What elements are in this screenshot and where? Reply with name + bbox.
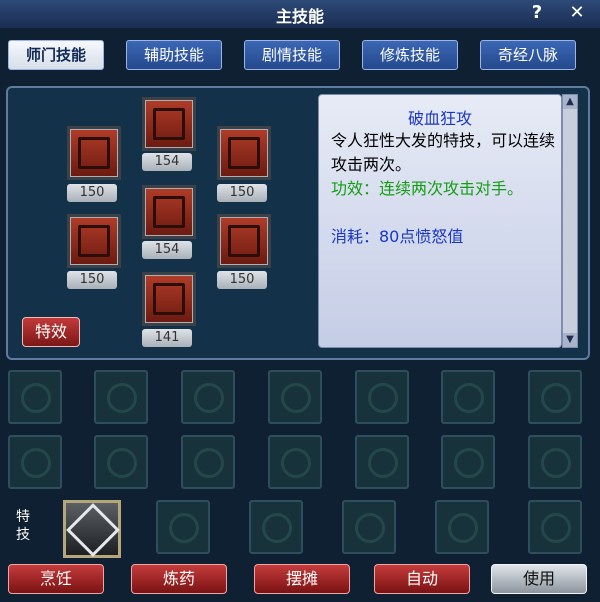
special-skill-icon xyxy=(66,503,120,557)
tab-story-skills[interactable]: 剧情技能 xyxy=(244,40,340,70)
slot-ornament-icon xyxy=(448,513,478,543)
skill-slot[interactable] xyxy=(528,435,582,489)
skill-level-right-upper: 150 xyxy=(217,184,267,202)
skill-level-bottom: 141 xyxy=(142,329,192,347)
slot-ornament-icon xyxy=(355,513,385,543)
skill-slot[interactable] xyxy=(355,435,409,489)
tab-school-skills[interactable]: 师门技能 xyxy=(8,40,104,70)
auto-button[interactable]: 自动 xyxy=(374,564,470,594)
slot-ornament-icon xyxy=(107,448,137,478)
skill-name: 破血狂攻 xyxy=(407,109,472,128)
alchemy-button[interactable]: 炼药 xyxy=(131,564,227,594)
skill-description: 令人狂性大发的特技，可以连续攻击两次。 xyxy=(331,131,556,174)
special-slot[interactable] xyxy=(528,500,582,554)
special-slot[interactable] xyxy=(435,500,489,554)
slot-ornament-icon xyxy=(21,448,51,478)
tab-assist-skills[interactable]: 辅助技能 xyxy=(126,40,222,70)
slot-ornament-icon xyxy=(169,513,199,543)
skill-slot[interactable] xyxy=(268,435,322,489)
effects-button[interactable]: 特效 xyxy=(22,317,80,347)
skill-level-left-upper: 150 xyxy=(67,184,117,202)
skill-level-center: 154 xyxy=(142,241,192,259)
skill-glyph-icon xyxy=(78,137,110,169)
special-label: 特技 xyxy=(16,509,30,543)
skill-icon-left-lower[interactable] xyxy=(67,214,121,268)
skill-level-right-lower: 150 xyxy=(217,271,267,289)
skill-icon-right-upper[interactable] xyxy=(217,126,271,180)
tab-cultivation-skills[interactable]: 修炼技能 xyxy=(362,40,458,70)
skill-slot[interactable] xyxy=(268,370,322,424)
skill-level-top: 154 xyxy=(142,153,192,171)
description-scrollbar[interactable]: ▲ ▼ xyxy=(562,94,578,348)
skill-cost: 消耗：80点愤怒值 xyxy=(331,227,464,246)
slot-ornament-icon xyxy=(541,448,571,478)
slot-ornament-icon xyxy=(107,383,137,413)
help-button[interactable]: ? xyxy=(526,2,548,24)
special-slot[interactable] xyxy=(342,500,396,554)
slot-ornament-icon xyxy=(262,513,292,543)
skill-glyph-icon xyxy=(228,225,260,257)
stall-button[interactable]: 摆摊 xyxy=(254,564,350,594)
tab-meridian-skills[interactable]: 奇经八脉 xyxy=(480,40,576,70)
slot-ornament-icon xyxy=(281,383,311,413)
special-slot[interactable] xyxy=(249,500,303,554)
skill-slot[interactable] xyxy=(94,435,148,489)
skill-slot[interactable] xyxy=(441,435,495,489)
special-skill-item[interactable] xyxy=(63,500,121,558)
skill-icon-bottom[interactable] xyxy=(142,272,196,326)
slot-ornament-icon xyxy=(281,448,311,478)
skill-glyph-icon xyxy=(78,225,110,257)
special-slot[interactable] xyxy=(156,500,210,554)
use-button[interactable]: 使用 xyxy=(491,564,587,594)
scroll-down-icon[interactable]: ▼ xyxy=(563,333,577,347)
skill-slot[interactable] xyxy=(8,435,62,489)
skill-icon-right-lower[interactable] xyxy=(217,214,271,268)
skill-slot[interactable] xyxy=(441,370,495,424)
skill-glyph-icon xyxy=(153,196,185,228)
slot-ornament-icon xyxy=(194,383,224,413)
skill-glyph-icon xyxy=(153,108,185,140)
skill-glyph-icon xyxy=(153,283,185,315)
skill-effect: 功效：连续两次攻击对手。 xyxy=(331,179,524,198)
slot-ornament-icon xyxy=(541,513,571,543)
skill-slot[interactable] xyxy=(8,370,62,424)
slot-ornament-icon xyxy=(541,383,571,413)
slot-ornament-icon xyxy=(454,383,484,413)
slot-ornament-icon xyxy=(368,383,398,413)
skill-level-left-lower: 150 xyxy=(67,271,117,289)
skill-glyph-icon xyxy=(228,137,260,169)
title-bar: 主技能 ? ✕ xyxy=(0,0,600,29)
cook-button[interactable]: 烹饪 xyxy=(8,564,104,594)
skill-slot[interactable] xyxy=(181,370,235,424)
scroll-up-icon[interactable]: ▲ xyxy=(563,95,577,109)
window-title: 主技能 xyxy=(275,7,324,26)
skill-slot[interactable] xyxy=(528,370,582,424)
slot-ornament-icon xyxy=(368,448,398,478)
slot-ornament-icon xyxy=(194,448,224,478)
skill-slot[interactable] xyxy=(181,435,235,489)
close-button[interactable]: ✕ xyxy=(566,2,588,24)
skill-icon-left-upper[interactable] xyxy=(67,126,121,180)
skill-slot[interactable] xyxy=(94,370,148,424)
skill-slot[interactable] xyxy=(355,370,409,424)
slot-ornament-icon xyxy=(21,383,51,413)
slot-ornament-icon xyxy=(454,448,484,478)
skill-description-panel: 破血狂攻 令人狂性大发的特技，可以连续攻击两次。 功效：连续两次攻击对手。 消耗… xyxy=(318,94,562,348)
skill-icon-center[interactable] xyxy=(142,185,196,239)
skill-icon-top[interactable] xyxy=(142,97,196,151)
